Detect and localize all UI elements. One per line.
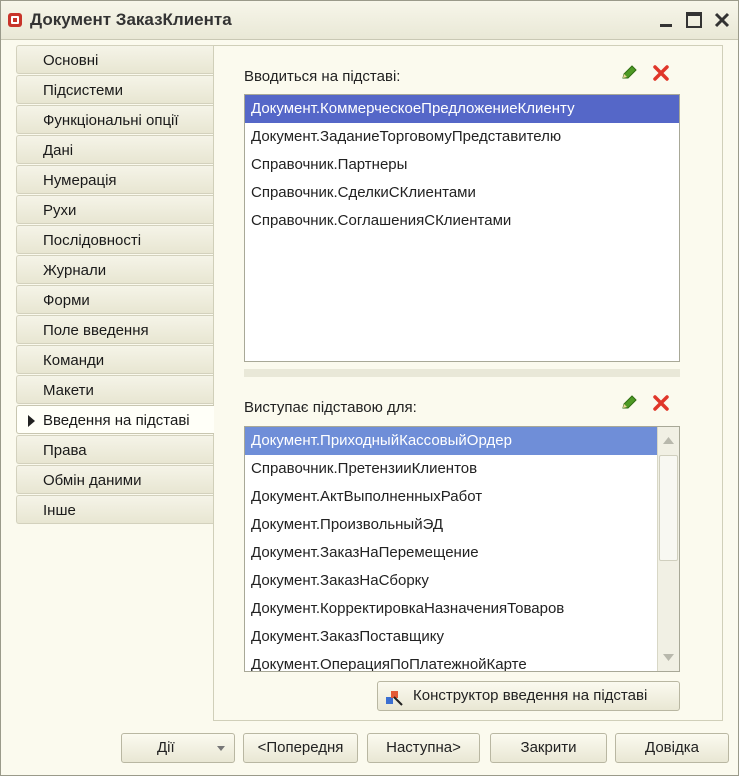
tab-label: Поле введення xyxy=(43,322,149,339)
basis-for-label: Виступає підставою для: xyxy=(244,399,417,416)
tab-content-panel: Вводиться на підставі: Документ.Коммерче… xyxy=(213,45,723,721)
tab-forms[interactable]: Форми xyxy=(16,285,214,314)
dialog-window: Документ ЗаказКлиента Основні Підсистеми… xyxy=(0,0,739,776)
pencil-icon xyxy=(622,65,637,79)
help-button[interactable]: Довідка xyxy=(615,733,729,763)
basis-for-list[interactable]: Документ.ПриходныйКассовыйОрдер Справочн… xyxy=(244,426,680,672)
tab-label: Нумерація xyxy=(43,172,117,189)
scrollbar-thumb[interactable] xyxy=(659,455,678,561)
maximize-button[interactable] xyxy=(683,9,705,31)
edit-basis-for-button[interactable] xyxy=(619,393,639,413)
tab-label: Основні xyxy=(43,52,99,69)
list-item[interactable]: Документ.ОперацияПоПлатежнойКарте xyxy=(245,651,657,671)
tab-data[interactable]: Дані xyxy=(16,135,214,164)
list-item[interactable]: Справочник.ПретензииКлиентов xyxy=(245,455,657,483)
tab-input-based-on[interactable]: Введення на підставі xyxy=(16,405,214,434)
close-button[interactable]: Закрити xyxy=(490,733,607,763)
delete-based-on-button[interactable] xyxy=(651,63,671,83)
list-item[interactable]: Справочник.СделкиСКлиентами xyxy=(245,179,679,207)
document-app-icon xyxy=(8,13,22,27)
scroll-up-button[interactable] xyxy=(658,429,679,453)
title-bar: Документ ЗаказКлиента xyxy=(1,1,738,40)
window-title: Документ ЗаказКлиента xyxy=(30,10,232,29)
tab-rights[interactable]: Права xyxy=(16,435,214,464)
vertical-scrollbar[interactable] xyxy=(657,427,679,671)
delete-icon xyxy=(653,395,669,411)
tab-label: Форми xyxy=(43,292,90,309)
tab-label: Обмін даними xyxy=(43,472,142,489)
actions-menu-button[interactable]: Дії xyxy=(121,733,235,763)
triangle-up-icon xyxy=(663,437,674,444)
list-item[interactable]: Документ.АктВыполненныхРабот xyxy=(245,483,657,511)
maximize-icon xyxy=(686,12,702,28)
close-icon xyxy=(714,12,730,28)
active-tab-arrow-icon xyxy=(28,415,35,427)
tab-other[interactable]: Інше xyxy=(16,495,214,524)
tab-data-exchange[interactable]: Обмін даними xyxy=(16,465,214,494)
tab-label: Інше xyxy=(43,502,76,519)
tab-label: Журнали xyxy=(43,262,107,279)
based-on-label: Вводиться на підставі: xyxy=(244,68,401,85)
edit-based-on-button[interactable] xyxy=(619,63,639,83)
tab-subsystems[interactable]: Підсистеми xyxy=(16,75,214,104)
pencil-icon xyxy=(622,395,637,409)
previous-button[interactable]: <Попередня xyxy=(243,733,358,763)
delete-basis-for-button[interactable] xyxy=(651,393,671,413)
tab-input-field[interactable]: Поле введення xyxy=(16,315,214,344)
list-item[interactable]: Документ.КоммерческоеПредложениеКлиенту xyxy=(245,95,679,123)
input-based-on-constructor-button[interactable]: Конструктор введення на підставі xyxy=(377,681,680,711)
list-item[interactable]: Справочник.СоглашенияСКлиентами xyxy=(245,207,679,235)
minimize-icon xyxy=(660,24,672,27)
tab-journals[interactable]: Журнали xyxy=(16,255,214,284)
actions-label: Дії xyxy=(157,739,175,756)
panel-splitter[interactable] xyxy=(244,369,680,377)
tab-label: Підсистеми xyxy=(43,82,123,99)
tab-label: Введення на підставі xyxy=(43,412,190,429)
constructor-button-label: Конструктор введення на підставі xyxy=(413,687,648,704)
tab-sequences[interactable]: Послідовності xyxy=(16,225,214,254)
tab-templates[interactable]: Макети xyxy=(16,375,214,404)
tab-label: Функціональні опції xyxy=(43,112,179,129)
list-item[interactable]: Документ.КорректировкаНазначенияТоваров xyxy=(245,595,657,623)
constructor-wand-icon xyxy=(386,691,403,706)
tab-commands[interactable]: Команди xyxy=(16,345,214,374)
tab-label: Рухи xyxy=(43,202,77,219)
tab-label: Команди xyxy=(43,352,105,369)
based-on-list[interactable]: Документ.КоммерческоеПредложениеКлиенту … xyxy=(244,94,680,362)
tab-functional-options[interactable]: Функціональні опції xyxy=(16,105,214,134)
basis-for-rows: Документ.ПриходныйКассовыйОрдер Справочн… xyxy=(245,427,657,671)
scroll-down-button[interactable] xyxy=(658,645,679,669)
close-window-button[interactable] xyxy=(711,9,733,31)
tab-numbering[interactable]: Нумерація xyxy=(16,165,214,194)
section-tabs: Основні Підсистеми Функціональні опції Д… xyxy=(16,45,214,525)
triangle-down-icon xyxy=(663,654,674,661)
list-item[interactable]: Документ.ЗаданиеТорговомуПредставителю xyxy=(245,123,679,151)
tab-label: Макети xyxy=(43,382,94,399)
tab-label: Дані xyxy=(43,142,74,159)
list-item[interactable]: Документ.ЗаказНаСборку xyxy=(245,567,657,595)
list-item[interactable]: Документ.ПроизвольныйЭД xyxy=(245,511,657,539)
list-item[interactable]: Документ.ЗаказПоставщику xyxy=(245,623,657,651)
next-button[interactable]: Наступна> xyxy=(367,733,480,763)
tab-label: Послідовності xyxy=(43,232,142,249)
list-item[interactable]: Документ.ЗаказНаПеремещение xyxy=(245,539,657,567)
delete-icon xyxy=(653,65,669,81)
chevron-down-icon xyxy=(217,746,225,751)
list-item[interactable]: Документ.ПриходныйКассовыйОрдер xyxy=(245,427,657,455)
tab-movements[interactable]: Рухи xyxy=(16,195,214,224)
minimize-button[interactable] xyxy=(655,9,677,31)
tab-main[interactable]: Основні xyxy=(16,45,214,74)
list-item[interactable]: Справочник.Партнеры xyxy=(245,151,679,179)
tab-label: Права xyxy=(43,442,87,459)
